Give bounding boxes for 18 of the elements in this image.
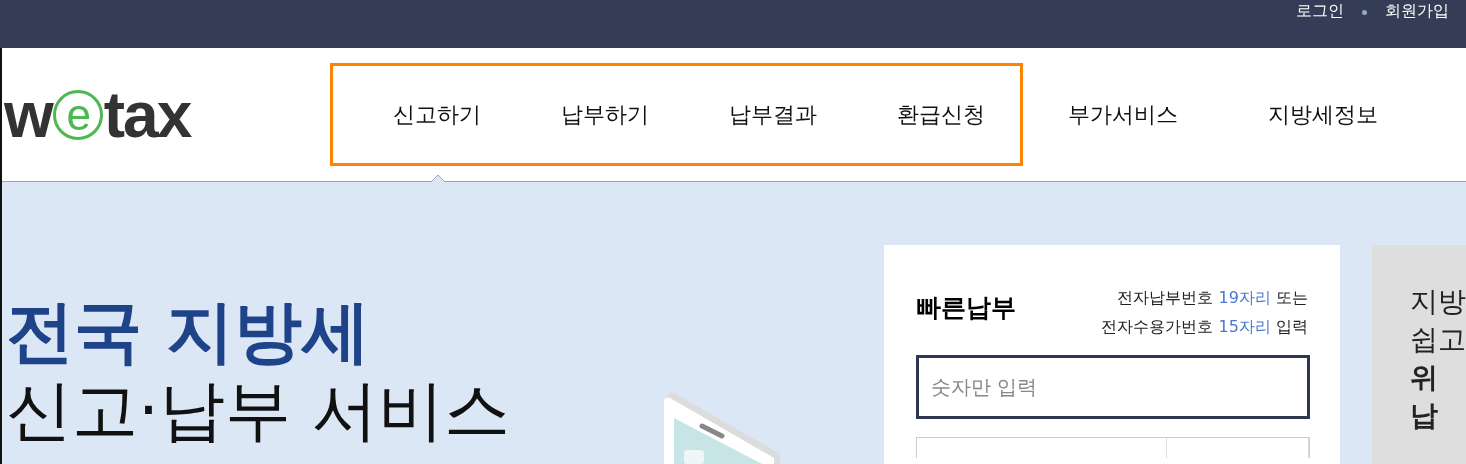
hint-text: 전자납부번호 19자리 또는	[1117, 287, 1308, 309]
nav-link[interactable]: 납부하기	[521, 99, 689, 130]
nav-link[interactable]: 부가서비스	[1023, 99, 1223, 130]
hero-title: 전국 지방세	[6, 291, 371, 373]
number-input[interactable]: 숫자만 입력	[916, 355, 1310, 419]
hint-text: 전자수용가번호 15자리 입력	[1101, 316, 1308, 338]
nav-link[interactable]: 지방세정보	[1223, 99, 1423, 130]
hero-subtitle: 신고·납부 서비스	[6, 374, 511, 448]
panel-text: 지방	[1410, 284, 1466, 320]
panel-text: 위	[1410, 360, 1439, 396]
panel-text: 쉽고	[1410, 322, 1466, 358]
top-link[interactable]: 회원가입	[1385, 1, 1449, 22]
nav-link[interactable]: 납부결과	[689, 99, 857, 130]
nav-link[interactable]: 환급신청	[857, 99, 1025, 130]
card-title: 빠른납부	[916, 292, 1016, 324]
panel-text: 납	[1410, 398, 1439, 434]
top-link[interactable]: 로그인	[1296, 1, 1344, 22]
nav-link[interactable]: 신고하기	[353, 99, 521, 130]
